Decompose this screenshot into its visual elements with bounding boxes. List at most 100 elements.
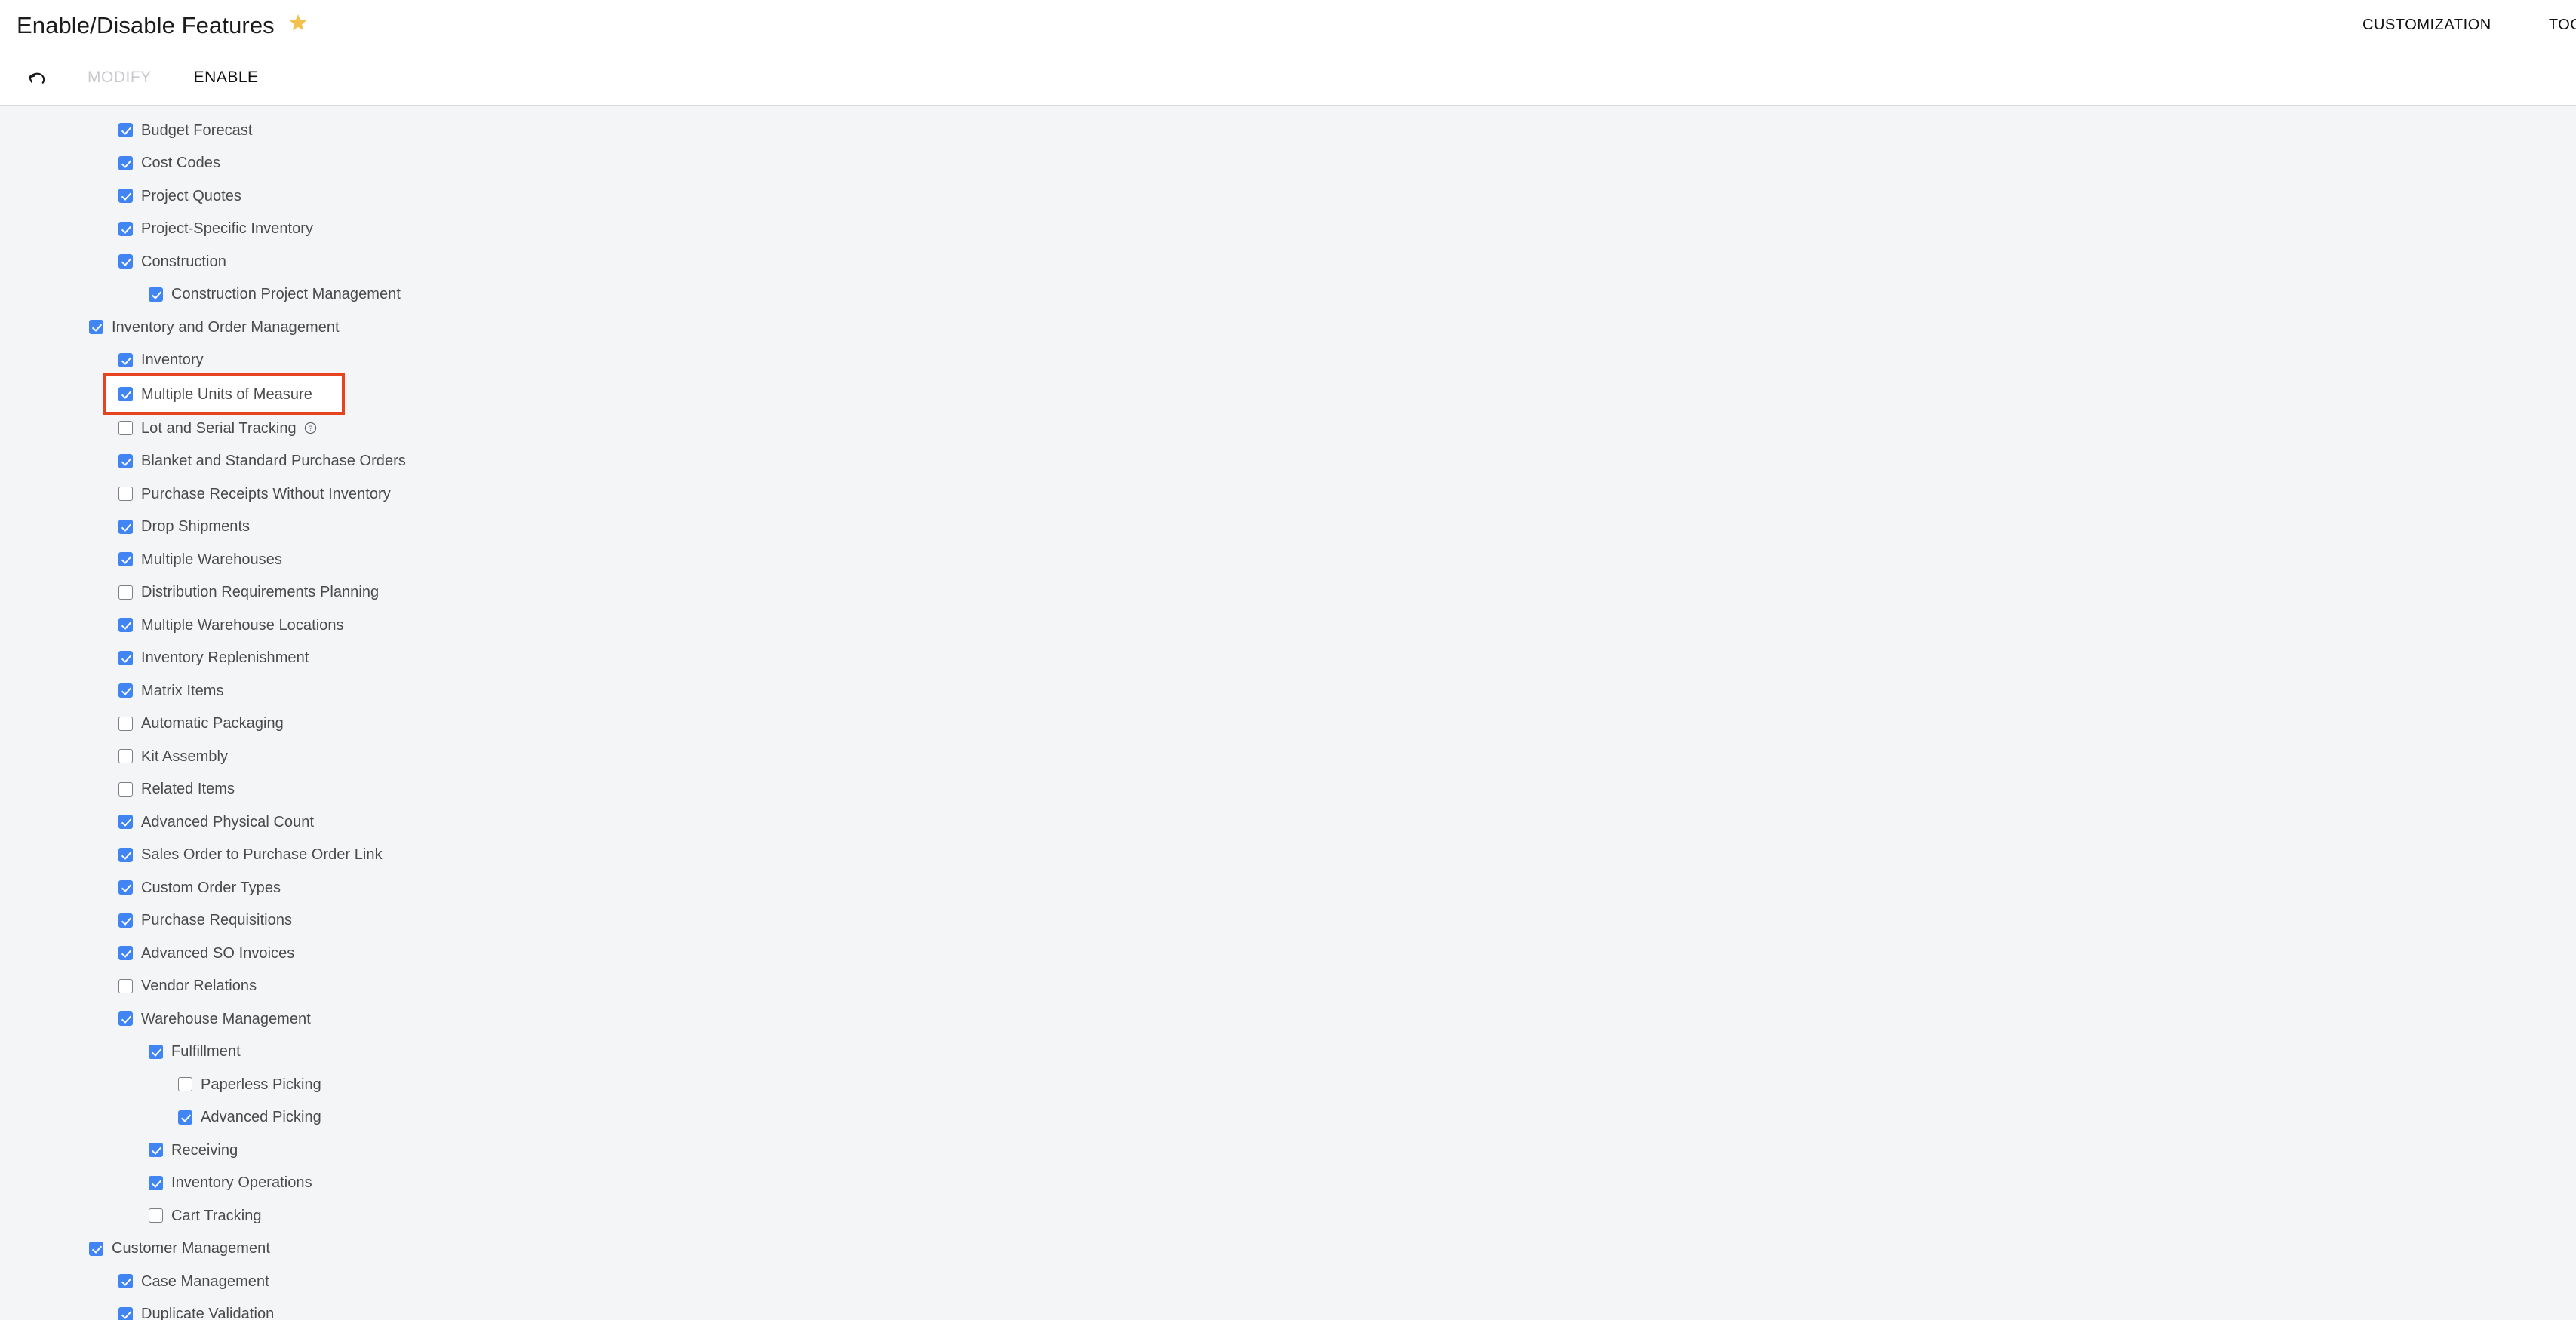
checkbox-checked[interactable] bbox=[118, 453, 133, 468]
feature-label: Kit Assembly bbox=[141, 747, 229, 765]
feature-row[interactable]: Blanket and Standard Purchase Orders bbox=[0, 445, 2576, 478]
header-link-tools[interactable]: TOOLS bbox=[2549, 17, 2576, 34]
checkbox-unchecked[interactable] bbox=[118, 716, 133, 731]
feature-row[interactable]: Multiple Units of Measure bbox=[103, 373, 345, 415]
page-title: Enable/Disable Features bbox=[17, 11, 275, 38]
feature-label: Inventory and Order Management bbox=[112, 318, 340, 336]
feature-row[interactable]: Budget Forecast bbox=[0, 114, 2576, 147]
checkbox-unchecked[interactable] bbox=[118, 978, 133, 993]
checkbox-unchecked[interactable] bbox=[118, 781, 133, 797]
feature-row[interactable]: Matrix Items bbox=[0, 674, 2576, 708]
checkbox-checked[interactable] bbox=[118, 847, 133, 862]
checkbox-checked[interactable] bbox=[118, 552, 133, 567]
feature-label: Project-Specific Inventory bbox=[141, 220, 314, 238]
checkbox-checked[interactable] bbox=[118, 815, 133, 830]
feature-row[interactable]: Construction bbox=[0, 245, 2576, 278]
feature-row[interactable]: Purchase Receipts Without Inventory bbox=[0, 477, 2576, 511]
feature-row[interactable]: Drop Shipments bbox=[0, 511, 2576, 544]
checkbox-checked[interactable] bbox=[118, 189, 133, 204]
toolbar: MODIFY ENABLE bbox=[0, 50, 269, 105]
feature-row[interactable]: Case Management bbox=[0, 1265, 2576, 1298]
checkbox-checked[interactable] bbox=[118, 618, 133, 633]
feature-row[interactable]: Purchase Requisitions bbox=[0, 904, 2576, 938]
feature-row[interactable]: Distribution Requirements Planning bbox=[0, 576, 2576, 609]
help-icon[interactable]: ? bbox=[304, 422, 317, 434]
checkbox-checked[interactable] bbox=[118, 1306, 133, 1320]
checkbox-unchecked[interactable] bbox=[118, 749, 133, 764]
checkbox-checked[interactable] bbox=[149, 1175, 163, 1190]
feature-label: Drop Shipments bbox=[141, 518, 251, 536]
feature-row[interactable]: Multiple Warehouses bbox=[0, 543, 2576, 576]
checkbox-unchecked[interactable] bbox=[118, 585, 133, 600]
checkbox-checked[interactable] bbox=[89, 320, 103, 335]
feature-label: Duplicate Validation bbox=[141, 1306, 275, 1320]
checkbox-checked[interactable] bbox=[118, 1011, 133, 1027]
checkbox-checked[interactable] bbox=[89, 1241, 103, 1256]
feature-row[interactable]: Fulfillment bbox=[0, 1036, 2576, 1069]
feature-list-panel: Budget Forecast Cost Codes Project Quotes P… bbox=[0, 106, 2576, 1320]
checkbox-checked[interactable] bbox=[178, 1110, 192, 1125]
feature-row[interactable]: Cost Codes bbox=[0, 147, 2576, 180]
feature-label: Inventory Replenishment bbox=[141, 649, 309, 667]
feature-row[interactable]: Advanced SO Invoices bbox=[0, 937, 2576, 970]
undo-icon[interactable] bbox=[20, 60, 56, 96]
feature-row[interactable]: Inventory bbox=[0, 344, 2576, 377]
feature-row[interactable]: Inventory Replenishment bbox=[0, 642, 2576, 675]
feature-row[interactable]: Lot and Serial Tracking? bbox=[0, 412, 2576, 445]
enable-button[interactable]: ENABLE bbox=[183, 61, 269, 94]
feature-label: Blanket and Standard Purchase Orders bbox=[141, 453, 406, 470]
feature-row[interactable]: Project-Specific Inventory bbox=[0, 213, 2576, 246]
feature-row[interactable]: Sales Order to Purchase Order Link bbox=[0, 839, 2576, 872]
checkbox-checked[interactable] bbox=[118, 683, 133, 698]
checkbox-checked[interactable] bbox=[149, 1143, 163, 1158]
checkbox-checked[interactable] bbox=[118, 352, 133, 367]
checkbox-checked[interactable] bbox=[118, 221, 133, 236]
feature-row[interactable]: Warehouse Management bbox=[0, 1002, 2576, 1036]
checkbox-unchecked[interactable] bbox=[118, 487, 133, 502]
feature-row[interactable]: Related Items bbox=[0, 773, 2576, 806]
checkbox-checked[interactable] bbox=[118, 1274, 133, 1289]
feature-row[interactable]: Receiving bbox=[0, 1134, 2576, 1167]
checkbox-checked[interactable] bbox=[149, 287, 163, 302]
feature-row[interactable]: Cart Tracking bbox=[0, 1199, 2576, 1233]
checkbox-checked[interactable] bbox=[118, 155, 133, 170]
feature-label: Construction bbox=[141, 253, 226, 270]
feature-row[interactable]: Duplicate Validation bbox=[0, 1298, 2576, 1320]
feature-row[interactable]: Automatic Packaging bbox=[0, 708, 2576, 741]
feature-label: Vendor Relations bbox=[141, 978, 257, 995]
feature-label: Custom Order Types bbox=[141, 879, 281, 896]
checkbox-unchecked[interactable] bbox=[118, 421, 133, 436]
page-header: Enable/Disable Features CUSTOMIZATION TO… bbox=[0, 0, 2576, 106]
feature-row[interactable]: Custom Order Types bbox=[0, 871, 2576, 904]
feature-label: Sales Order to Purchase Order Link bbox=[141, 846, 383, 864]
modify-button[interactable]: MODIFY bbox=[77, 61, 162, 94]
checkbox-checked[interactable] bbox=[118, 946, 133, 961]
checkbox-checked[interactable] bbox=[149, 1044, 163, 1059]
feature-row[interactable]: Advanced Physical Count bbox=[0, 806, 2576, 839]
header-link-customization[interactable]: CUSTOMIZATION bbox=[2362, 17, 2491, 34]
feature-row[interactable]: Multiple Warehouse Locations bbox=[0, 609, 2576, 642]
feature-label: Warehouse Management bbox=[141, 1010, 311, 1027]
checkbox-checked[interactable] bbox=[118, 880, 133, 895]
star-icon[interactable] bbox=[288, 13, 308, 32]
checkbox-checked[interactable] bbox=[118, 650, 133, 665]
feature-row[interactable]: Paperless Picking bbox=[0, 1068, 2576, 1101]
feature-row[interactable]: Project Quotes bbox=[0, 180, 2576, 213]
feature-label: Cart Tracking bbox=[171, 1207, 262, 1224]
checkbox-unchecked[interactable] bbox=[149, 1208, 163, 1223]
feature-row[interactable]: Kit Assembly bbox=[0, 740, 2576, 773]
checkbox-checked[interactable] bbox=[118, 913, 133, 928]
checkbox-checked[interactable] bbox=[118, 254, 133, 269]
checkbox-unchecked[interactable] bbox=[178, 1077, 192, 1092]
checkbox-checked[interactable] bbox=[118, 387, 133, 401]
feature-row[interactable]: Inventory and Order Management bbox=[0, 311, 2576, 344]
feature-label: Cost Codes bbox=[141, 155, 220, 172]
feature-row[interactable]: Advanced Picking bbox=[0, 1101, 2576, 1134]
checkbox-checked[interactable] bbox=[118, 123, 133, 138]
feature-label: Multiple Units of Measure bbox=[141, 385, 312, 403]
checkbox-checked[interactable] bbox=[118, 519, 133, 534]
feature-row[interactable]: Vendor Relations bbox=[0, 970, 2576, 1003]
feature-row[interactable]: Customer Management bbox=[0, 1233, 2576, 1266]
feature-row[interactable]: Construction Project Management bbox=[0, 278, 2576, 312]
feature-row[interactable]: Inventory Operations bbox=[0, 1167, 2576, 1200]
